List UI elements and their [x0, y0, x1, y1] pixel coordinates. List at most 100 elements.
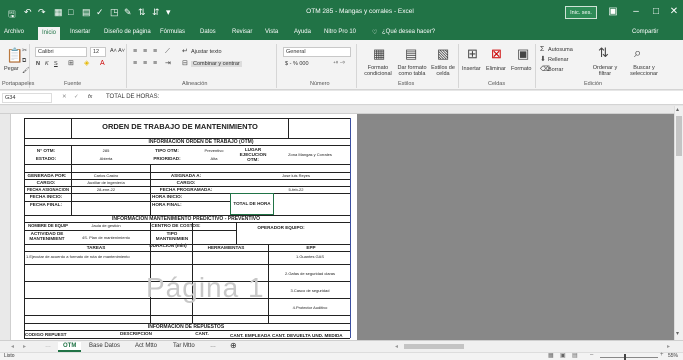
find-select-button[interactable]: Buscar y seleccionar [624, 65, 664, 77]
epp-item[interactable]: 4.Protector Auditivo [271, 305, 349, 310]
sort-filter-button[interactable]: Ordenar y filtrar [590, 65, 620, 77]
fill-color-icon[interactable]: ◈ [84, 60, 89, 67]
page-break-icon[interactable]: ▤ [572, 352, 578, 359]
wrap-text-button[interactable]: Ajustar texto [191, 49, 222, 55]
align-left-icon[interactable]: ≡ [133, 60, 137, 67]
cell-styles-button[interactable]: Estilos de celda [429, 65, 457, 77]
cell-styles-icon[interactable]: ▧ [437, 47, 449, 60]
tab-archivo[interactable]: Archivo [4, 29, 24, 35]
tipo-otm-value[interactable]: Preventivo [194, 148, 234, 153]
underline-button[interactable]: S [54, 61, 58, 67]
normal-view-icon[interactable]: ▦ [548, 352, 554, 359]
sort-asc-icon[interactable]: ⇅ [138, 7, 146, 18]
zoom-slider[interactable] [600, 357, 658, 358]
cargo-value[interactable]: Auxiliar de ingeniería [72, 180, 140, 185]
fecha-asignacion-value[interactable]: 28-ene-22 [76, 187, 136, 192]
font-color-icon[interactable]: A [100, 60, 105, 67]
align-right-icon[interactable]: ≡ [153, 60, 157, 67]
table-format-button[interactable]: Dar formato como tabla [397, 65, 427, 77]
tab-nitro[interactable]: Nitro Pro 10 [324, 29, 356, 35]
fecha-programada-value[interactable]: 5-feb-22 [266, 187, 326, 192]
italic-button[interactable]: K [45, 61, 49, 67]
form-icon[interactable]: ▦ [54, 7, 63, 18]
row-headers[interactable] [0, 114, 11, 340]
tab-insertar[interactable]: Insertar [70, 29, 90, 35]
tell-me-input[interactable]: ¿Qué desea hacer? [382, 29, 435, 35]
nombre-equipo-value[interactable]: Jaula de gestión [76, 223, 136, 228]
align-center-icon[interactable]: ≡ [143, 60, 147, 67]
paste-button[interactable]: Pegar [4, 66, 19, 72]
more-tabs-icon[interactable]: … [205, 342, 221, 352]
indent-icon[interactable]: ⇥ [165, 60, 171, 67]
decimal-buttons[interactable]: ⁺⁰ ⁻⁰ [333, 61, 345, 67]
zoom-out-icon[interactable]: – [590, 352, 593, 358]
new-icon[interactable]: □ [68, 7, 73, 17]
enter-icon[interactable]: ✓ [74, 94, 79, 100]
tab-formulas[interactable]: Fórmulas [160, 29, 185, 35]
conditional-format-button[interactable]: Formato condicional [360, 65, 396, 77]
vertical-scrollbar[interactable]: ▴ ▾ [674, 106, 683, 340]
tab-diseno[interactable]: Diseño de página [104, 29, 151, 35]
generada-value[interactable]: Carlos Castro [76, 173, 136, 178]
autosum-icon[interactable]: Σ [540, 46, 544, 53]
next-sheet-icon[interactable]: ▸ [18, 342, 31, 352]
tab-datos[interactable]: Datos [200, 29, 216, 35]
zoom-level[interactable]: 55% [668, 353, 678, 359]
copy-icon[interactable]: ⧉ [22, 58, 26, 64]
n-otm-value[interactable]: 285 [76, 148, 136, 153]
merge-center-button[interactable]: Combinar y centrar [191, 61, 242, 67]
number-format-select[interactable]: General [283, 47, 351, 57]
align-middle-icon[interactable]: ≡ [143, 48, 147, 55]
redo-icon[interactable]: ↷ [38, 7, 46, 18]
grow-font-button[interactable]: A˄ A˅ [110, 48, 125, 54]
tarea-1[interactable]: 1.Ejecutar de acuerdo a formato de ruta … [26, 254, 150, 259]
print-icon[interactable]: ▤ [82, 7, 91, 18]
tab-revisar[interactable]: Revisar [232, 29, 252, 35]
sheet-tab-tar-mtto[interactable]: Tar Mtto [168, 342, 200, 352]
estado-value[interactable]: Abierta [76, 156, 136, 161]
conditional-format-icon[interactable]: ▦ [373, 47, 385, 60]
autosum-button[interactable]: Autosuma [548, 47, 573, 53]
format-cells-icon[interactable]: ▣ [517, 47, 529, 60]
signin-button[interactable]: Inic. ses. [565, 6, 597, 19]
maximize-button[interactable]: □ [648, 6, 664, 17]
delete-cells-icon[interactable]: ⊠ [491, 47, 502, 60]
format-painter-icon[interactable]: 🖌 [22, 68, 30, 74]
delete-cells-button[interactable]: Eliminar [486, 66, 506, 72]
fill-button[interactable]: Rellenar [548, 57, 568, 63]
font-size-select[interactable]: 12 [90, 47, 106, 57]
search-icon[interactable]: ♡ [372, 29, 377, 36]
page-layout-icon[interactable]: ▣ [560, 352, 566, 359]
wrap-text-icon[interactable]: ↵ [182, 48, 188, 55]
scroll-up-icon[interactable]: ▴ [676, 106, 679, 113]
asignada-value[interactable]: Jose luis Reyes [266, 173, 326, 178]
save-icon[interactable]: 🖫 [8, 7, 16, 23]
epp-item[interactable]: 3.Casco de seguridad [271, 288, 349, 293]
find-icon[interactable]: ⌕ [634, 46, 641, 59]
column-headers[interactable] [0, 106, 683, 114]
tab-inicio[interactable]: Inicio [38, 27, 61, 40]
spell-icon[interactable]: ✓ [96, 7, 104, 18]
prioridad-value[interactable]: Alta [194, 156, 234, 161]
minimize-button[interactable]: – [628, 6, 644, 17]
print-page[interactable]: ORDEN DE TRABAJO DE MANTENIMIENTO INFORM… [16, 116, 357, 344]
fill-icon[interactable]: ⬇ [540, 56, 546, 63]
share-button[interactable]: Compartir [632, 29, 658, 35]
formula-input[interactable]: TOTAL DE HORAS: [106, 94, 159, 100]
scroll-thumb[interactable] [676, 116, 682, 156]
format-cells-button[interactable]: Formato [511, 66, 531, 72]
undo-icon[interactable]: ↶ [24, 7, 32, 18]
sheet-tab-act-mtto[interactable]: Act Mtto [130, 342, 162, 352]
zoom-slider-thumb[interactable] [624, 354, 626, 360]
insert-cells-button[interactable]: Insertar [462, 66, 481, 72]
sheet-tab-base-datos[interactable]: Base Datos [84, 342, 125, 352]
more-sheets-icon[interactable]: … [40, 342, 56, 352]
hscroll-thumb[interactable] [404, 344, 464, 349]
bold-button[interactable]: N [36, 61, 40, 67]
customize-qa-icon[interactable]: ▾ [166, 7, 171, 18]
font-name-select[interactable]: Calibri [35, 47, 87, 57]
align-bottom-icon[interactable]: ≡ [153, 48, 157, 55]
add-sheet-button[interactable]: ⊕ [225, 340, 242, 350]
sheet-tab-otm[interactable]: OTM [58, 342, 82, 352]
clear-button[interactable]: Borrar [548, 67, 563, 73]
